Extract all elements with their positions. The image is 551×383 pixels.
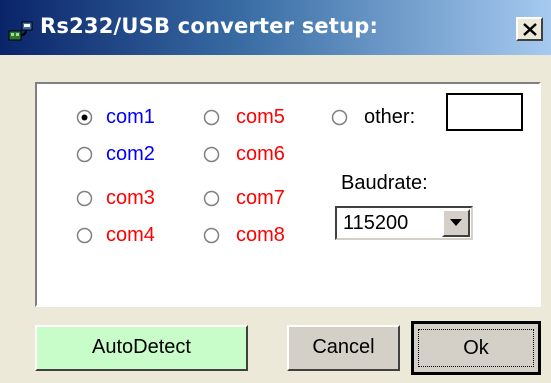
- radio-com7[interactable]: [203, 190, 220, 207]
- radio-label-com2[interactable]: com2: [106, 142, 155, 166]
- baudrate-value: 115200: [343, 212, 409, 234]
- close-icon: [523, 23, 537, 36]
- baudrate-label: Baudrate:: [341, 172, 428, 194]
- radio-com8[interactable]: [203, 227, 220, 244]
- radio-label-com5[interactable]: com5: [236, 105, 285, 129]
- autodetect-button[interactable]: AutoDetect: [35, 325, 248, 371]
- usb-cable-icon: [8, 21, 33, 41]
- ok-button[interactable]: Ok: [411, 321, 541, 375]
- ok-button-label: Ok: [418, 329, 534, 367]
- radio-label-other[interactable]: other:: [364, 105, 415, 129]
- radio-com1[interactable]: [76, 109, 93, 126]
- radio-com5[interactable]: [203, 109, 220, 126]
- radio-label-com3[interactable]: com3: [106, 186, 155, 210]
- cancel-button[interactable]: Cancel: [287, 325, 400, 371]
- radio-label-com6[interactable]: com6: [236, 142, 285, 166]
- window-title: Rs232/USB converter setup:: [40, 14, 379, 38]
- other-port-input[interactable]: [446, 93, 523, 131]
- title-bar[interactable]: Rs232/USB converter setup:: [0, 0, 551, 55]
- baudrate-select[interactable]: 115200: [335, 206, 473, 240]
- radio-com4[interactable]: [76, 227, 93, 244]
- radio-other[interactable]: [331, 109, 348, 126]
- radio-label-com8[interactable]: com8: [236, 223, 285, 247]
- radio-label-com7[interactable]: com7: [236, 186, 285, 210]
- radio-com3[interactable]: [76, 190, 93, 207]
- close-button[interactable]: [516, 17, 543, 41]
- radio-label-com4[interactable]: com4: [106, 223, 155, 247]
- radio-com2[interactable]: [76, 146, 93, 163]
- radio-com6[interactable]: [203, 146, 220, 163]
- dialog-window: Rs232/USB converter setup: com1 com2 com…: [0, 0, 551, 383]
- baudrate-dropdown-button[interactable]: [442, 209, 470, 237]
- chevron-down-icon: [450, 219, 462, 226]
- radio-label-com1[interactable]: com1: [106, 105, 155, 129]
